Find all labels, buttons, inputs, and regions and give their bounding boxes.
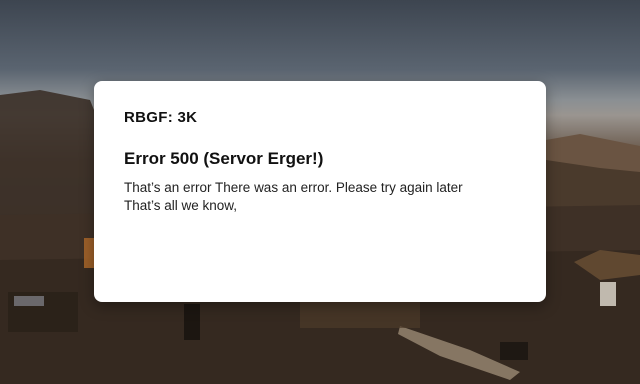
error-message-line-2: That’s all we know, — [124, 198, 238, 213]
background-scene: RBGF: 3K Error 500 (Servor Erger!) That’… — [0, 0, 640, 384]
dialog-header-code: RBGF: 3K — [124, 109, 198, 126]
error-title: Error 500 (Servor Erger!) — [124, 149, 324, 168]
error-dialog: RBGF: 3K Error 500 (Servor Erger!) That’… — [94, 81, 546, 302]
error-message-line-1: That’s an error There was an error. Plea… — [124, 180, 463, 195]
error-message: That’s an error There was an error. Plea… — [124, 179, 516, 215]
